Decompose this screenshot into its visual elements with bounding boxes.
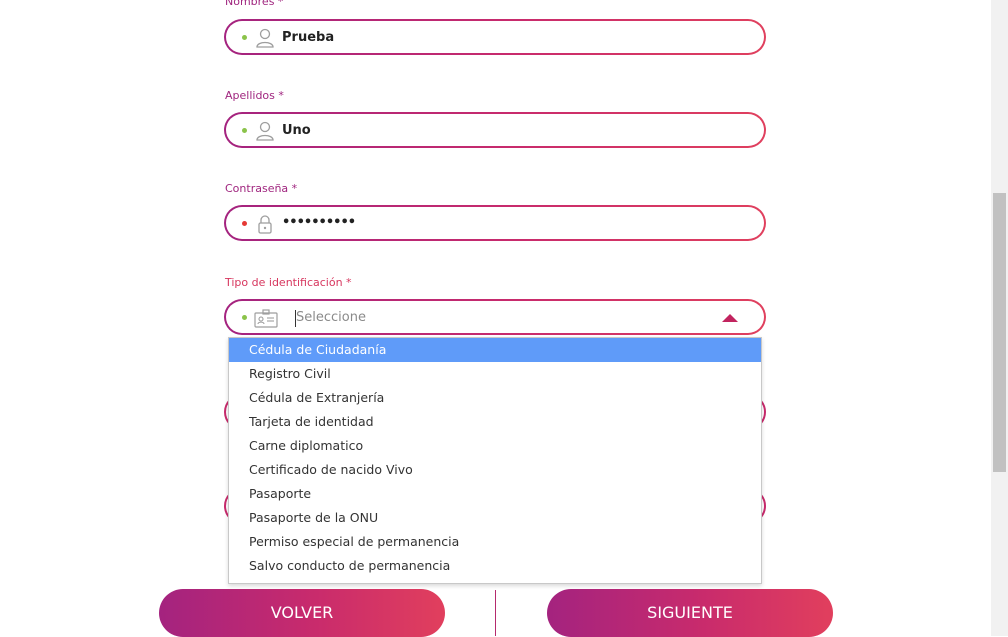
tipo-identificacion-select[interactable]: Seleccione <box>224 299 766 335</box>
option-tarjeta-identidad[interactable]: Tarjeta de identidad <box>229 410 761 434</box>
nombres-label: Nombres * <box>225 0 284 8</box>
status-dot <box>242 128 247 133</box>
volver-button[interactable]: VOLVER <box>159 589 445 637</box>
lock-icon <box>258 215 272 234</box>
option-cedula-ciudadania[interactable]: Cédula de Ciudadanía <box>229 338 761 362</box>
nombres-field[interactable]: Prueba <box>224 19 766 55</box>
apellidos-value: Uno <box>282 123 311 138</box>
option-pasaporte-onu[interactable]: Pasaporte de la ONU <box>229 506 761 530</box>
user-icon <box>256 121 274 141</box>
option-registro-civil[interactable]: Registro Civil <box>229 362 761 386</box>
button-divider <box>495 590 496 636</box>
status-dot <box>242 35 247 40</box>
option-pasaporte[interactable]: Pasaporte <box>229 482 761 506</box>
option-certificado-nacido-vivo[interactable]: Certificado de nacido Vivo <box>229 458 761 482</box>
option-cedula-extranjeria[interactable]: Cédula de Extranjería <box>229 386 761 410</box>
contrasena-label: Contraseña * <box>225 182 298 195</box>
select-placeholder: Seleccione <box>296 310 366 325</box>
contrasena-field[interactable]: •••••••••• <box>224 205 766 241</box>
tipo-identificacion-label: Tipo de identificación * <box>225 276 352 289</box>
contrasena-value: •••••••••• <box>282 215 356 230</box>
status-dot <box>242 221 247 226</box>
apellidos-field[interactable]: Uno <box>224 112 766 148</box>
option-carne-diplomatico[interactable]: Carne diplomatico <box>229 434 761 458</box>
tipo-identificacion-dropdown: Cédula de Ciudadanía Registro Civil Cédu… <box>228 337 762 584</box>
chevron-up-icon[interactable] <box>722 314 738 322</box>
status-dot <box>242 315 247 320</box>
siguiente-button[interactable]: SIGUIENTE <box>547 589 833 637</box>
id-card-icon <box>254 309 278 328</box>
option-permiso-especial[interactable]: Permiso especial de permanencia <box>229 530 761 554</box>
option-salvo-conducto[interactable]: Salvo conducto de permanencia <box>229 554 761 578</box>
nombres-value: Prueba <box>282 30 335 45</box>
scrollbar-thumb[interactable] <box>993 193 1006 472</box>
user-icon <box>256 28 274 48</box>
apellidos-label: Apellidos * <box>225 89 284 102</box>
